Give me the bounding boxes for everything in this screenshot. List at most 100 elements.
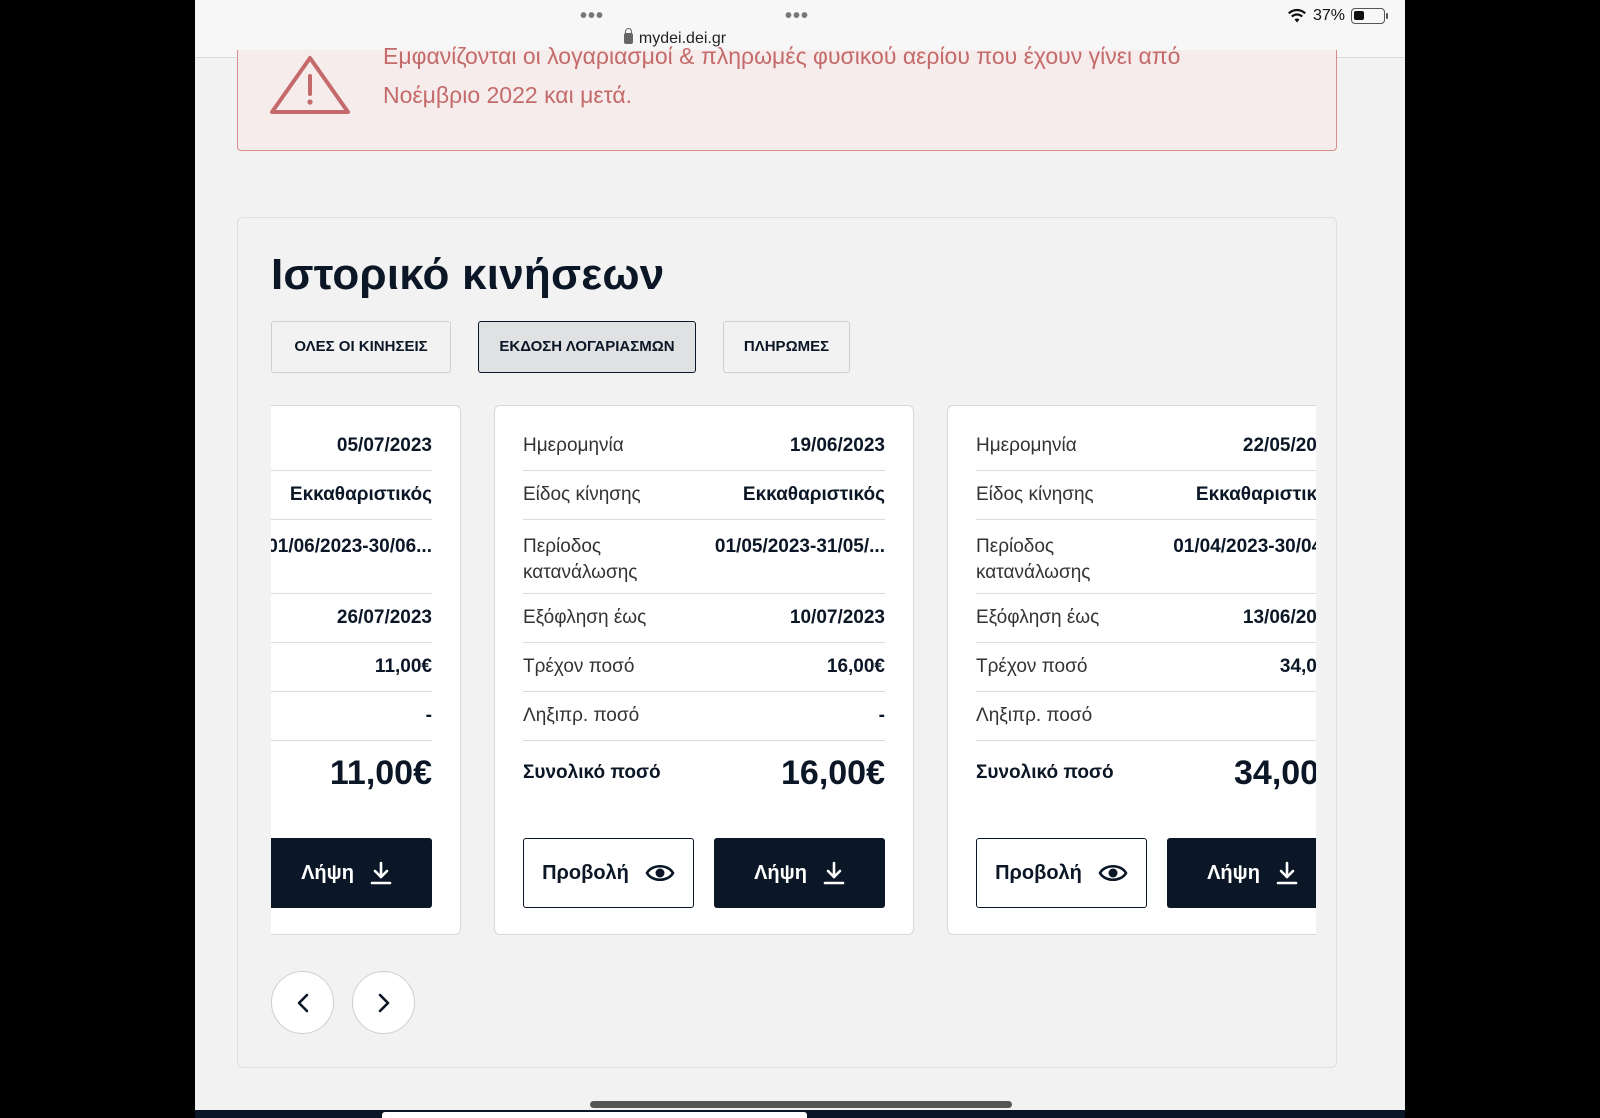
current-label: Τρέχον ποσό [976,656,1088,677]
row-current: Τρέχον ποσό 16,00€ [523,643,885,692]
transactions-history-card: Ιστορικό κινήσεων ΟΛΕΣ ΟΙ ΚΙΝΗΣΕΙΣ ΕΚΔΟΣ… [237,217,1337,1068]
download-icon [823,861,845,885]
period-label: Περίοδος κατανάλωσης [523,536,638,583]
type-value: Εκκαθαριστικός [1195,484,1316,505]
row-due: Εξόφληση έως 13/06/2023 [976,594,1316,643]
row-overdue: Ληξιπρ. ποσό- [271,692,432,741]
download-label: Λήψη [301,861,354,884]
carousel-next-button[interactable] [352,971,415,1034]
bill-details: Ημερομηνία05/07/2023 Είδος κίνησηςΕκκαθα… [271,406,432,805]
current-value: 34,00€ [1279,656,1316,677]
alert-line-2: Νοέμβριο 2022 και μετά. [383,82,633,108]
alert-line-1: Εμφανίζονται οι λογαριασμοί & πληρωμές φ… [383,43,1181,69]
type-value: Εκκαθαριστικός [289,484,432,505]
eye-icon [1098,864,1128,882]
overdue-label: Ληξιπρ. ποσό [976,705,1093,726]
bill-details: Ημερομηνία 22/05/2023 Είδος κίνησης Εκκαθα… [976,406,1316,805]
row-total: Συνολικό ποσό 16,00€ [523,741,885,805]
row-period: Περίοδος κατανάλωσης 01/04/2023-30/04... [976,520,1316,594]
current-value: 11,00€ [374,656,432,677]
alert-message: Εμφανίζονται οι λογαριασμοί & πληρωμές φ… [383,43,1323,115]
due-value: 10/07/2023 [789,607,885,628]
type-value: Εκκαθαριστικός [742,484,885,505]
view-button[interactable]: Προβολή [976,838,1147,908]
row-period: Περίοδος κατανάλωσης 01/05/2023-31/05/... [523,520,885,594]
total-value: 34,00€ [1234,753,1316,792]
row-overdue: Ληξιπρ. ποσό - [523,692,885,741]
period-value: 01/04/2023-30/04... [1173,536,1316,557]
row-date: Ημερομηνία05/07/2023 [271,406,432,471]
eye-icon [645,864,675,882]
row-due: Εξόφληση έως26/07/2023 [271,594,432,643]
chevron-right-icon [378,993,389,1012]
wifi-icon [1287,8,1306,23]
filter-payments[interactable]: ΠΛΗΡΩΜΕΣ [723,321,850,373]
row-current: Τρέχον ποσό 34,00€ [976,643,1316,692]
period-label: Περίοδος κατανάλωσης [976,536,1091,583]
due-label: Εξόφληση έως [976,607,1100,628]
overdue-value: - [878,705,885,726]
status-indicators: 37% [1287,7,1388,25]
multitask-handle-icon[interactable]: ••• [785,6,809,26]
gas-bills-alert: Εμφανίζονται οι λογαριασμοί & πληρωμές φ… [237,43,1337,151]
bill-card: Ημερομηνία05/07/2023 Είδος κίνησηςΕκκαθα… [271,405,461,935]
overdue-label: Ληξιπρ. ποσό [523,705,640,726]
type-label: Είδος κίνησης [523,484,641,505]
download-button[interactable]: Λήψη [714,838,885,908]
current-label: Τρέχον ποσό [523,656,635,677]
battery-icon [1351,8,1388,24]
bill-card: Ημερομηνία 22/05/2023 Είδος κίνησης Εκκαθα… [947,405,1316,935]
date-value: 05/07/2023 [336,435,432,456]
bottom-toolbar-edge [195,1110,1405,1118]
row-date: Ημερομηνία 22/05/2023 [976,406,1316,471]
current-value: 16,00€ [826,656,885,677]
view-button[interactable]: Προβολή [523,838,694,908]
row-due: Εξόφληση έως 10/07/2023 [523,594,885,643]
row-total: Συνολικό ποσό 34,00€ [976,741,1316,805]
download-label: Λήψη [1207,861,1260,884]
view-label: Προβολή [995,861,1082,884]
total-value: 11,00€ [329,753,432,792]
row-period: Περίοδος κατανάλωσης01/06/2023-30/06... [271,520,432,594]
date-value: 22/05/2023 [1242,435,1316,456]
row-type: Είδος κίνησηςΕκκαθαριστικός [271,471,432,520]
download-icon [1276,861,1298,885]
row-type: Είδος κίνησης Εκκαθαριστικός [523,471,885,520]
date-value: 19/06/2023 [789,435,885,456]
carousel-prev-button[interactable] [271,971,334,1034]
chevron-left-icon [297,993,308,1012]
total-label: Συνολικό ποσό [976,762,1114,783]
row-overdue: Ληξιπρ. ποσό- [976,692,1316,741]
bill-details: Ημερομηνία 19/06/2023 Είδος κίνησης Εκκαθα… [523,406,885,805]
overdue-value: - [425,705,432,726]
bills-carousel: Ημερομηνία05/07/2023 Είδος κίνησηςΕκκαθα… [271,405,1316,935]
home-indicator[interactable] [590,1101,1012,1108]
row-total: Συνολικό ποσό11,00€ [271,741,432,805]
row-type: Είδος κίνησης Εκκαθαριστικός [976,471,1316,520]
row-date: Ημερομηνία 19/06/2023 [523,406,885,471]
period-value: 01/06/2023-30/06... [271,536,432,557]
download-label: Λήψη [754,861,807,884]
due-label: Εξόφληση έως [523,607,647,628]
browser-screen: ••• ••• mydei.dei.gr 37% Εμφανίζονται οι… [195,0,1405,1118]
total-label: Συνολικό ποσό [523,762,661,783]
filter-all-transactions[interactable]: ΟΛΕΣ ΟΙ ΚΙΝΗΣΕΙΣ [271,321,451,373]
tab-handle-icon[interactable]: ••• [580,6,604,26]
date-label: Ημερομηνία [976,435,1077,456]
total-value: 16,00€ [781,753,885,792]
due-value: 26/07/2023 [336,607,432,628]
due-value: 13/06/2023 [1242,607,1316,628]
history-title: Ιστορικό κινήσεων [271,250,665,299]
view-label: Προβολή [542,861,629,884]
download-button[interactable]: Λήψη [271,838,432,908]
download-button[interactable]: Λήψη [1167,838,1316,908]
battery-percent: 37% [1312,7,1345,24]
type-label: Είδος κίνησης [976,484,1094,505]
date-label: Ημερομηνία [523,435,624,456]
download-icon [370,861,392,885]
filter-bill-issuance[interactable]: ΕΚΔΟΣΗ ΛΟΓΑΡΙΑΣΜΩΝ [478,321,696,373]
row-current: Τρέχον ποσό11,00€ [271,643,432,692]
warning-icon [270,56,350,114]
period-value: 01/05/2023-31/05/... [714,536,885,557]
bill-card: Ημερομηνία 19/06/2023 Είδος κίνησης Εκκαθα… [494,405,914,935]
